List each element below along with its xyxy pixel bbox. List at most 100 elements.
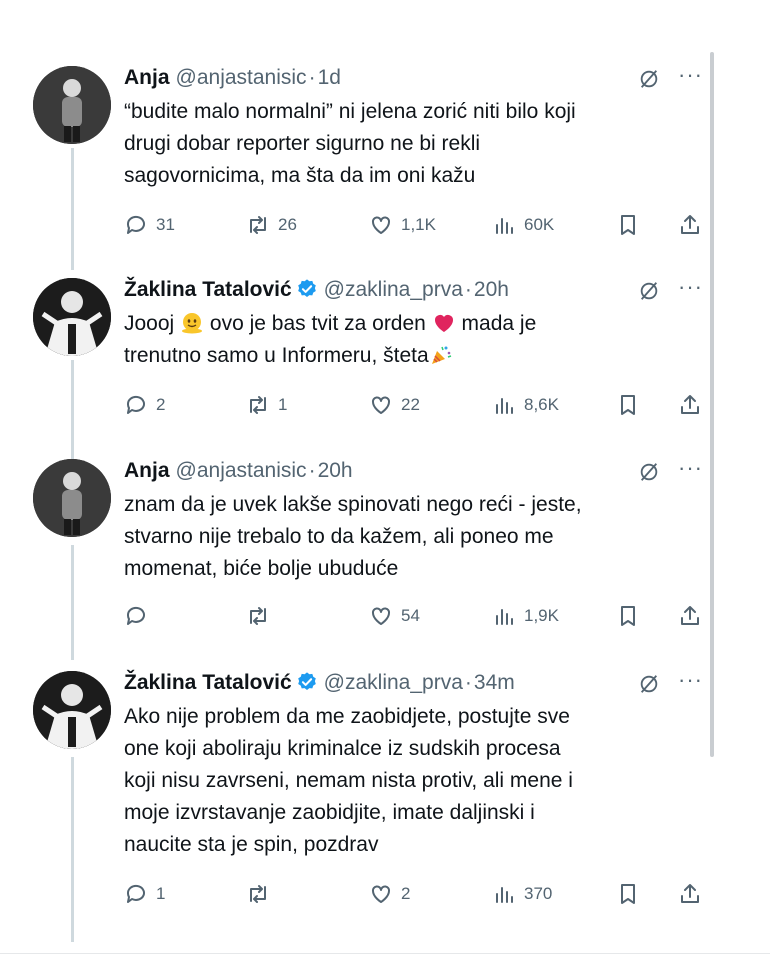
views-count: 370 (524, 884, 553, 903)
bookmark-icon (621, 395, 635, 415)
tweet-text-line: naucite sta je spin, pozdrav (124, 833, 379, 856)
user-handle[interactable]: @anjastanisic (176, 459, 307, 482)
like-count: 2 (401, 884, 411, 903)
tweet-actions: 1 2 370 (124, 879, 704, 909)
reply-icon (126, 395, 145, 414)
timestamp[interactable]: 20h (318, 459, 353, 482)
avatar-zaklina-image (33, 671, 111, 749)
retweet-icon (250, 396, 266, 414)
like-count: 54 (401, 606, 420, 625)
like-icon (372, 216, 390, 234)
reply-count: 31 (156, 215, 175, 234)
tweet-text-line: “budite malo normalni” ni jelena zorić n… (124, 100, 576, 123)
reply-button[interactable]: 1 (124, 879, 165, 909)
like-button[interactable]: 1,1K (369, 210, 436, 240)
like-button[interactable]: 54 (369, 601, 420, 631)
tweet-text-line: Joooj ovo je bas tvit za orden mada je (124, 308, 684, 340)
retweet-button[interactable]: 26 (246, 210, 297, 240)
reply-button[interactable]: 31 (124, 210, 175, 240)
display-name[interactable]: Žaklina Tatalović (124, 671, 292, 694)
share-button[interactable] (678, 601, 702, 631)
scrollbar[interactable] (710, 52, 714, 757)
retweet-count: 1 (278, 395, 288, 414)
retweet-button[interactable] (246, 601, 278, 631)
display-name[interactable]: Žaklina Tatalović (124, 278, 292, 301)
retweet-button[interactable]: 1 (246, 390, 287, 420)
tweet-text-line: moje izvrstavanje zaobidjite, imate dalj… (124, 801, 535, 824)
like-button[interactable]: 22 (369, 390, 420, 420)
user-handle[interactable]: @zaklina_prva (324, 671, 463, 694)
reply-button[interactable] (124, 601, 156, 631)
display-name[interactable]: Anja (124, 459, 170, 482)
tweet-text-line: momenat, biće bolje ubuduće (124, 557, 399, 580)
retweet-icon (250, 216, 266, 234)
tweet-header: Anja @anjastanisic·20h (124, 457, 353, 485)
views-count: 1,9K (524, 606, 559, 625)
views-icon (496, 398, 513, 414)
views-count: 60K (524, 215, 555, 234)
more-icon[interactable]: ··· (678, 455, 703, 481)
avatar[interactable] (33, 459, 111, 537)
thread-connector (71, 757, 74, 942)
tweet-text: “budite malo normalni” ni jelena zorić n… (124, 96, 684, 192)
tweet-header: Žaklina Tatalović @zaklina_prva·34m (124, 669, 515, 697)
user-handle[interactable]: @anjastanisic (176, 66, 307, 89)
tweet-text-line: Ako nije problem da me zaobidjete, postu… (124, 705, 570, 728)
melting-face-emoji-icon (182, 313, 203, 334)
more-icon[interactable]: ··· (678, 274, 703, 300)
share-button[interactable] (678, 390, 702, 420)
bookmark-button[interactable] (616, 601, 640, 631)
views-button[interactable]: 370 (492, 879, 552, 909)
avatar[interactable] (33, 66, 111, 144)
tweet-actions: 54 1,9K (124, 601, 704, 631)
tweet-text: Ako nije problem da me zaobidjete, postu… (124, 701, 684, 861)
user-handle[interactable]: @zaklina_prva (324, 278, 463, 301)
reply-button[interactable]: 2 (124, 390, 165, 420)
bookmark-button[interactable] (616, 390, 640, 420)
thread-connector (71, 148, 74, 270)
share-button[interactable] (678, 210, 702, 240)
grok-icon[interactable] (638, 673, 660, 695)
thread-connector (71, 360, 74, 460)
avatar-anja-image (33, 459, 111, 537)
thread-connector (71, 545, 74, 660)
like-button[interactable]: 2 (369, 879, 410, 909)
tweet-header: Anja @anjastanisic·1d (124, 64, 341, 92)
views-button[interactable]: 8,6K (492, 390, 559, 420)
tweet-text-line: trenutno samo u Informeru, šteta (124, 340, 684, 372)
share-button[interactable] (678, 879, 702, 909)
retweet-button[interactable] (246, 879, 278, 909)
tweet-text-line: sagovornicima, ma šta da im oni kažu (124, 164, 476, 187)
more-icon[interactable]: ··· (678, 667, 703, 693)
separator-dot: · (464, 671, 472, 694)
party-popper-emoji-icon (431, 346, 451, 364)
views-button[interactable]: 60K (492, 210, 554, 240)
reply-icon (126, 606, 145, 625)
tweet-text-line: koji nisu zavrseni, nemam nista protiv, … (124, 769, 573, 792)
grok-icon[interactable] (638, 461, 660, 483)
tweet-text-segment: mada je (461, 312, 537, 335)
verified-icon (297, 672, 316, 690)
more-icon[interactable]: ··· (678, 62, 703, 88)
views-button[interactable]: 1,9K (492, 601, 559, 631)
share-icon (681, 884, 699, 903)
grok-icon[interactable] (638, 68, 660, 90)
avatar-zaklina-image (33, 278, 111, 356)
tweet-header: Žaklina Tatalović @zaklina_prva·20h (124, 276, 509, 304)
bookmark-button[interactable] (616, 210, 640, 240)
bookmark-button[interactable] (616, 879, 640, 909)
timestamp[interactable]: 1d (318, 66, 341, 89)
verified-icon (297, 279, 316, 297)
reply-icon (126, 215, 145, 234)
timestamp[interactable]: 34m (474, 671, 515, 694)
like-icon (372, 885, 390, 903)
grok-icon[interactable] (638, 280, 660, 302)
retweet-icon (250, 885, 266, 903)
avatar[interactable] (33, 278, 111, 356)
red-heart-emoji-icon (434, 315, 453, 332)
avatar[interactable] (33, 671, 111, 749)
separator-dot: · (308, 66, 316, 89)
tweet-text: Joooj ovo je bas tvit za orden mada je t… (124, 308, 684, 372)
timestamp[interactable]: 20h (474, 278, 509, 301)
display-name[interactable]: Anja (124, 66, 170, 89)
